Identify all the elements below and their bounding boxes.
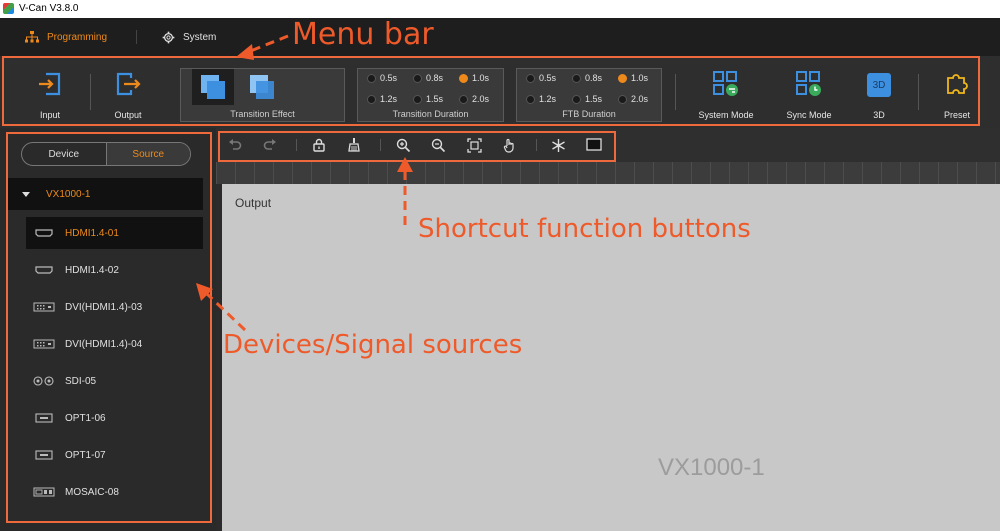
annotation-arrows [196, 34, 413, 332]
arrow-to-menu-bar [247, 34, 289, 54]
arrow-to-sources [203, 290, 247, 332]
arrowhead-menu-bar [236, 44, 254, 60]
arrowhead-toolbar [397, 157, 413, 172]
